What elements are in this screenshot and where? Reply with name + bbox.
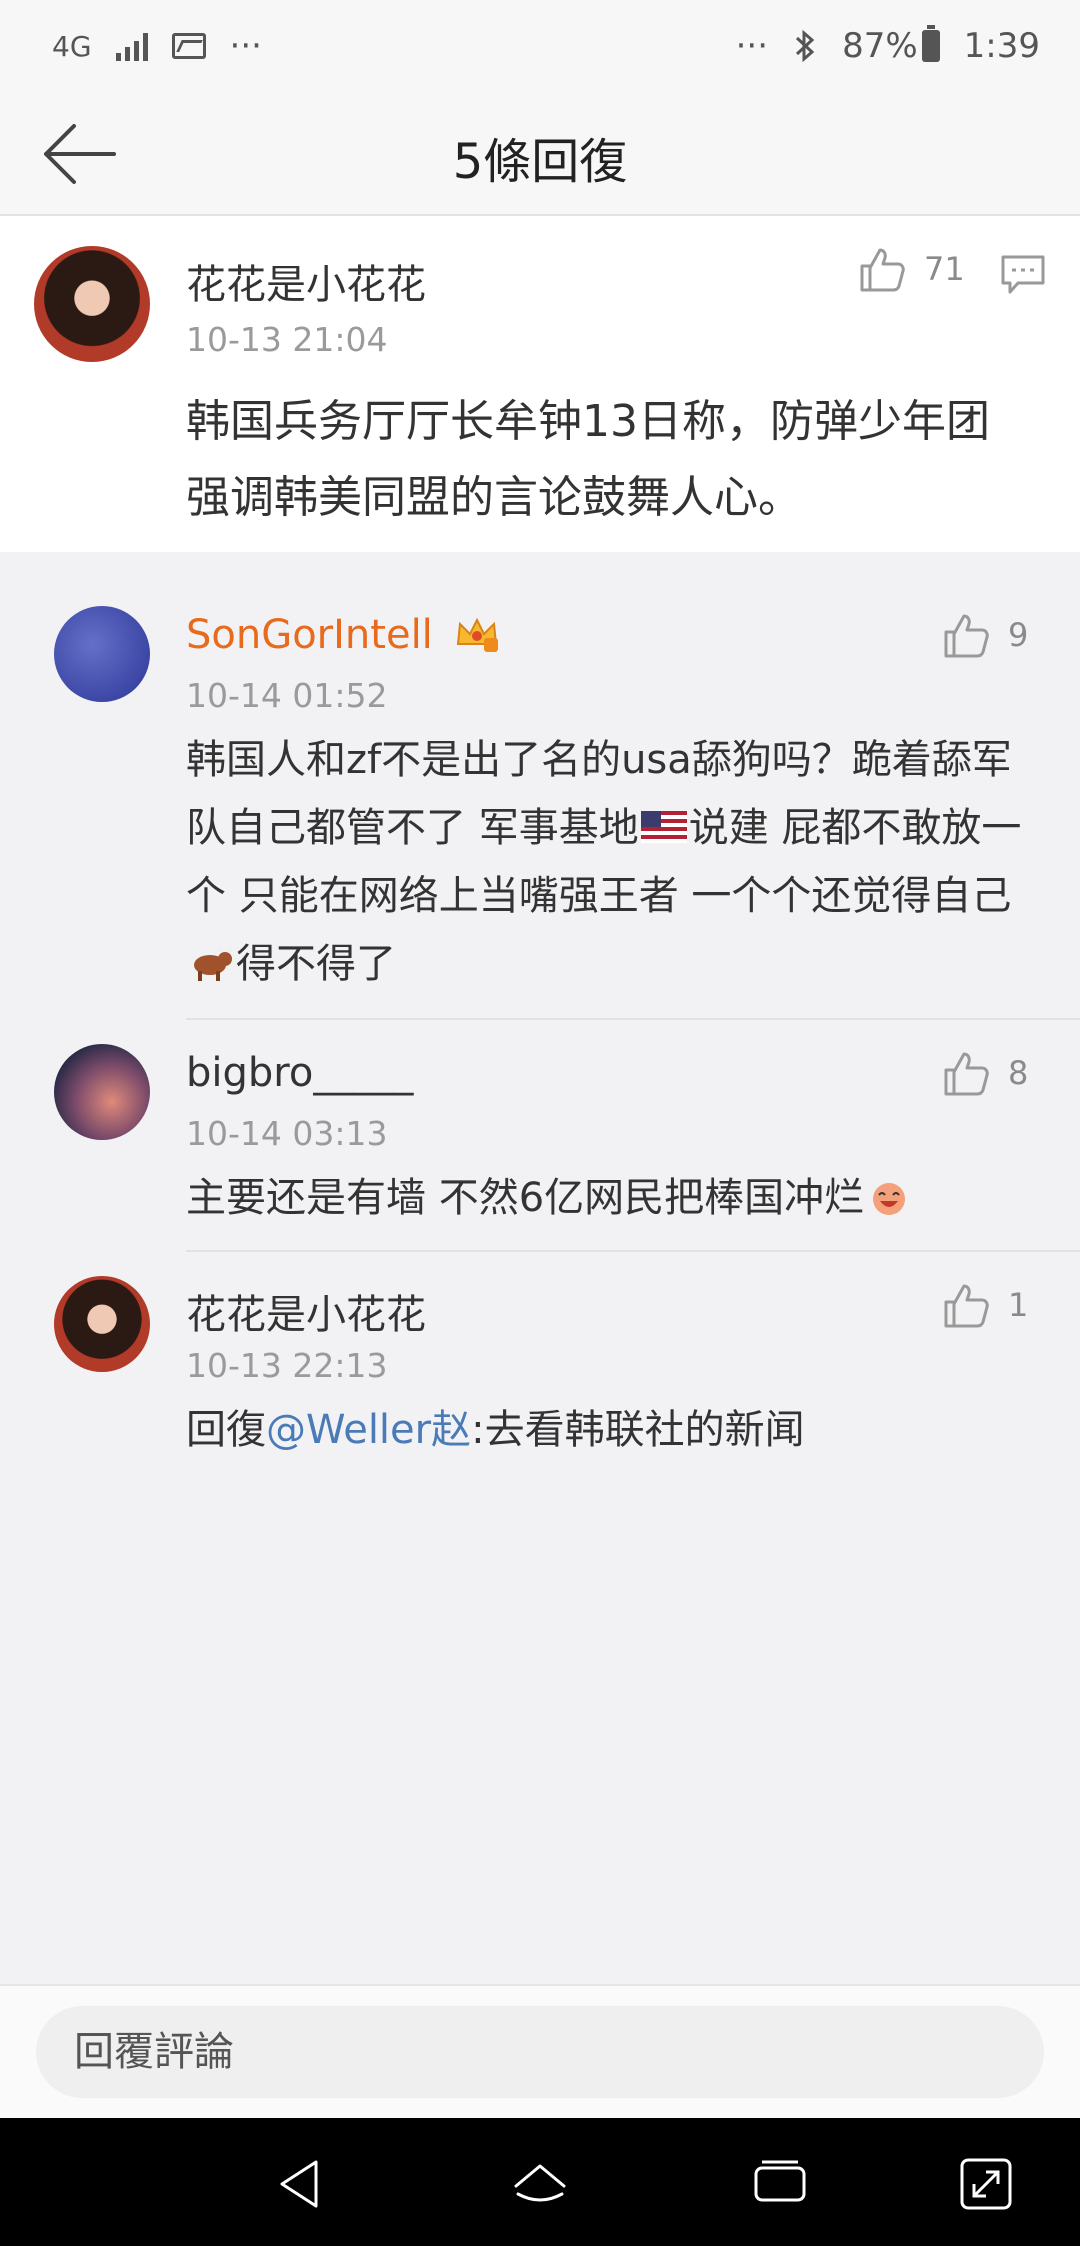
username[interactable]: SonGorIntell (186, 612, 500, 658)
bluetooth-icon (796, 29, 815, 63)
mention-link[interactable]: @Weller赵 (266, 1407, 471, 1453)
reply-text-part: 主要还是有墙 不然6亿网民把棒国冲烂 (186, 1175, 865, 1221)
like-count: 9 (1008, 616, 1029, 654)
divider (186, 1250, 1080, 1252)
battery-icon (921, 25, 940, 62)
timestamp: 10-14 01:52 (186, 676, 388, 715)
username-text: SonGorIntell (186, 612, 433, 658)
page-title: 5條回復 (452, 134, 628, 190)
comment-icon[interactable] (1000, 254, 1046, 296)
like-count: 1 (1008, 1286, 1029, 1324)
divider (186, 1018, 1080, 1020)
avatar[interactable] (54, 1044, 150, 1140)
timestamp: 10-13 21:04 (186, 320, 388, 359)
username[interactable]: 花花是小花花 (186, 1282, 426, 1340)
reply-input-bar (0, 1984, 1080, 2120)
clock: 1:39 (963, 26, 1040, 66)
thumbs-up-icon (944, 1284, 989, 1328)
like-count: 71 (924, 250, 965, 288)
signal-icon (115, 31, 148, 61)
image-notification-icon (171, 33, 206, 59)
vip-crown-icon (456, 617, 498, 652)
nav-expand-icon[interactable] (954, 2152, 1018, 2216)
timestamp: 10-13 22:13 (186, 1346, 388, 1385)
thumbs-up-icon (860, 248, 905, 292)
like-button[interactable]: 9 (942, 612, 1028, 658)
reply-text-part: :去看韩联社的新闻 (471, 1407, 805, 1453)
username[interactable]: bigbro_____ (186, 1050, 413, 1096)
navigation-bar (0, 2118, 1080, 2246)
more-notifications-icon: ··· (229, 26, 262, 66)
reply-text-part: 得不得了 (236, 941, 396, 987)
nav-back-icon[interactable] (268, 2152, 332, 2216)
reply-list: SonGorIntell 10-14 01:52 9 韩国人和zf不是出了名的u… (0, 582, 1080, 1982)
username[interactable]: 花花是小花花 (186, 252, 426, 310)
avatar[interactable] (54, 606, 150, 702)
network-type: 4G (52, 29, 92, 63)
comment-text: 韩国兵务厅厅长牟钟13日称，防弹少年团强调韩美同盟的言论鼓舞人心。 (186, 396, 990, 523)
reply-text: 主要还是有墙 不然6亿网民把棒国冲烂 (186, 1164, 1046, 1232)
reply-input[interactable] (36, 2006, 1044, 2098)
more-status-icon: ··· (735, 26, 769, 66)
top-comment: 花花是小花花 10-13 21:04 71 韩国兵务厅厅长牟钟13日称，防弹少年… (0, 216, 1080, 552)
reply-text: 韩国人和zf不是出了名的usa舔狗吗？跪着舔军队自己都管不了 军事基地 说建 屁都… (186, 726, 1046, 998)
thumbs-up-icon (944, 614, 989, 658)
like-button[interactable]: 71 (858, 246, 965, 292)
nav-home-icon[interactable] (508, 2152, 572, 2216)
avatar[interactable] (54, 1276, 150, 1372)
laughing-face-emoji-icon (873, 1183, 906, 1215)
reply-text: 回復@Weller赵:去看韩联社的新闻 (186, 1396, 1046, 1464)
reply-prefix: 回復 (186, 1407, 266, 1453)
avatar[interactable] (34, 246, 150, 362)
like-button[interactable]: 8 (942, 1050, 1028, 1096)
us-flag-emoji-icon (640, 811, 687, 843)
status-bar: 4G ··· ··· 87% 1:39 (0, 0, 1080, 92)
nav-recents-icon[interactable] (748, 2152, 812, 2216)
thumbs-up-icon (944, 1052, 989, 1096)
like-count: 8 (1008, 1054, 1029, 1092)
timestamp: 10-14 03:13 (186, 1114, 388, 1153)
header: 5條回復 (0, 92, 1080, 216)
like-button[interactable]: 1 (942, 1282, 1028, 1328)
battery-level: 87% (842, 26, 918, 66)
ox-emoji-icon (194, 946, 232, 981)
